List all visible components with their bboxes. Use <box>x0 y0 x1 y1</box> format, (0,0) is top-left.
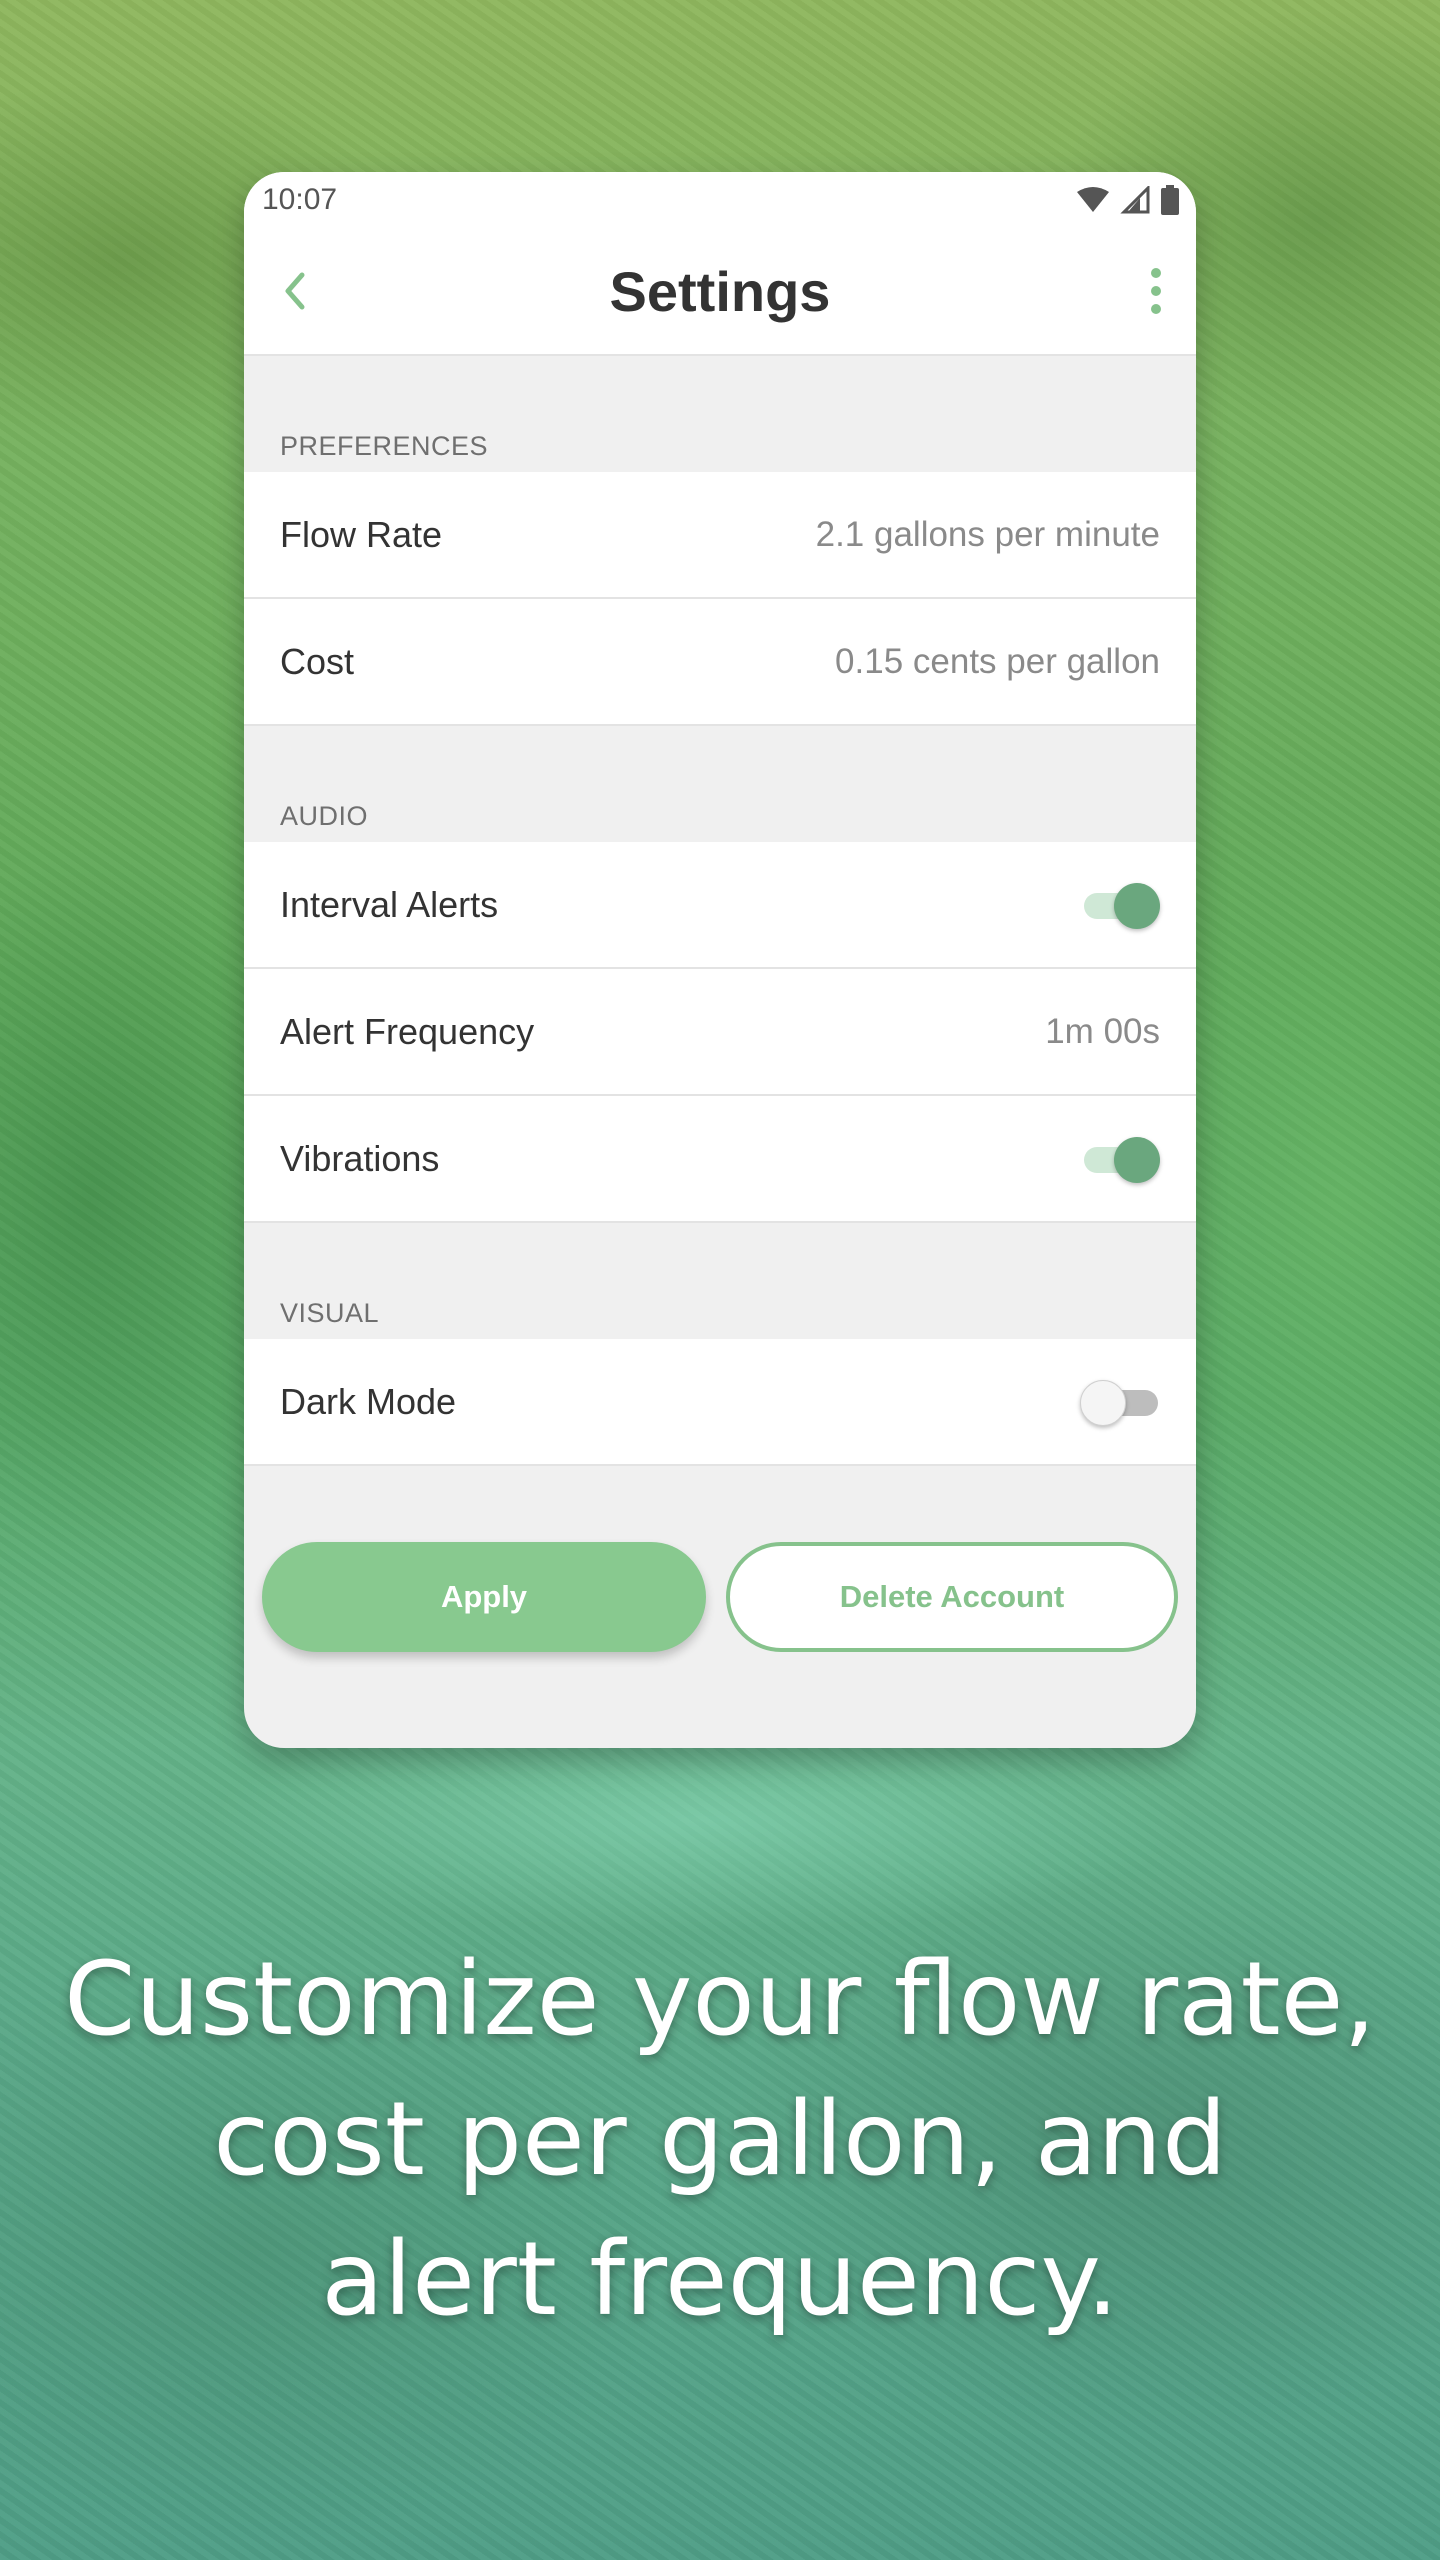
setting-row-cost[interactable]: Cost 0.15 cents per gallon <box>244 599 1196 726</box>
toggle-thumb <box>1114 882 1160 929</box>
wifi-icon <box>1077 187 1109 212</box>
page-title: Settings <box>609 259 831 323</box>
chevron-left-icon[interactable] <box>274 271 314 311</box>
section-header-audio: AUDIO <box>280 801 369 831</box>
section-header-preferences: PREFERENCES <box>280 431 489 461</box>
phone-screen: 10:07 Settings PREFERENCES Flow Rate 2.1… <box>244 172 1196 1748</box>
interval-alerts-toggle[interactable] <box>1080 881 1160 929</box>
more-vertical-icon[interactable] <box>1146 266 1166 316</box>
dark-mode-toggle[interactable] <box>1080 1378 1160 1426</box>
battery-icon <box>1161 185 1179 215</box>
section-header-visual: VISUAL <box>280 1298 380 1328</box>
setting-label: Interval Alerts <box>280 883 499 925</box>
setting-row-flow-rate[interactable]: Flow Rate 2.1 gallons per minute <box>244 472 1196 599</box>
setting-label: Dark Mode <box>280 1380 457 1422</box>
caption-line: cost per gallon, and <box>213 2080 1227 2199</box>
action-buttons: Apply Delete Account <box>262 1542 1178 1652</box>
setting-row-dark-mode: Dark Mode <box>244 1339 1196 1466</box>
setting-row-interval-alerts: Interval Alerts <box>244 842 1196 969</box>
toggle-thumb <box>1080 1379 1126 1426</box>
promo-caption: Customize your flow rate, cost per gallo… <box>0 1930 1440 2350</box>
setting-label: Alert Frequency <box>280 1010 535 1052</box>
caption-line: alert frequency. <box>321 2220 1119 2339</box>
toggle-thumb <box>1114 1136 1160 1183</box>
app-bar: Settings <box>244 228 1196 356</box>
status-time: 10:07 <box>262 183 338 216</box>
caption-line: Customize your flow rate, <box>64 1940 1376 2059</box>
apply-button[interactable]: Apply <box>262 1542 706 1652</box>
setting-label: Cost <box>280 640 355 682</box>
setting-row-alert-frequency[interactable]: Alert Frequency 1m 00s <box>244 969 1196 1096</box>
setting-value: 1m 00s <box>1045 1011 1160 1051</box>
vibrations-toggle[interactable] <box>1080 1135 1160 1183</box>
setting-row-vibrations: Vibrations <box>244 1096 1196 1223</box>
signal-icon <box>1120 186 1150 214</box>
setting-label: Flow Rate <box>280 513 443 555</box>
setting-value: 0.15 cents per gallon <box>835 641 1160 681</box>
setting-label: Vibrations <box>280 1137 440 1179</box>
delete-account-button[interactable]: Delete Account <box>726 1542 1178 1652</box>
status-icons <box>1076 185 1180 215</box>
status-bar: 10:07 <box>244 172 1196 228</box>
setting-value: 2.1 gallons per minute <box>815 514 1160 554</box>
